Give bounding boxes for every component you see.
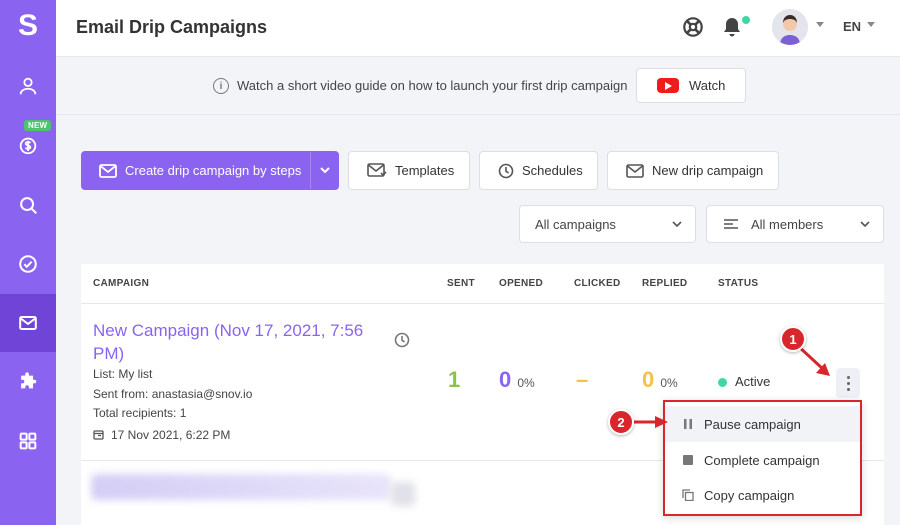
annotation-marker-2: 2 xyxy=(608,409,634,435)
column-header-clicked: CLICKED xyxy=(574,278,621,289)
status-badge: Active xyxy=(735,374,771,389)
check-circle-icon xyxy=(19,255,37,273)
campaigns-filter-value: All campaigns xyxy=(535,216,616,232)
kebab-dot xyxy=(846,381,850,385)
create-drip-campaign-label: Create drip campaign by steps xyxy=(125,163,302,178)
list-icon xyxy=(724,219,738,229)
mail-icon xyxy=(19,316,37,330)
sidebar-item-drip-campaigns[interactable] xyxy=(0,294,56,352)
more-options-button[interactable] xyxy=(836,368,860,398)
sidebar-item-integrations[interactable] xyxy=(0,353,56,411)
video-guide-banner: i Watch a short video guide on how to la… xyxy=(56,57,900,115)
chevron-down-icon xyxy=(860,221,870,228)
banner-text: Watch a short video guide on how to laun… xyxy=(237,78,628,93)
top-header: Email Drip Campaigns EN xyxy=(56,0,900,57)
chevron-down-icon xyxy=(672,221,682,228)
column-header-replied: REPLIED xyxy=(642,278,688,289)
members-filter-select[interactable]: All members xyxy=(706,205,884,243)
opened-count: 0 0% xyxy=(499,367,535,392)
app-logo[interactable]: S xyxy=(0,0,56,52)
kebab-dot xyxy=(846,387,850,391)
template-icon xyxy=(367,163,387,177)
chevron-down-icon[interactable] xyxy=(320,167,330,174)
avatar[interactable] xyxy=(772,9,808,45)
kebab-dot xyxy=(846,375,850,379)
members-filter-value: All members xyxy=(751,216,824,232)
pause-icon xyxy=(684,419,692,429)
clock-icon xyxy=(498,163,514,178)
column-header-sent: SENT xyxy=(447,278,475,289)
copy-campaign-menu-item[interactable]: Copy campaign xyxy=(665,477,860,513)
help-lifebuoy-icon[interactable] xyxy=(682,16,704,38)
campaign-date: 17 Nov 2021, 6:22 PM xyxy=(111,428,231,442)
watch-label: Watch xyxy=(689,78,726,93)
copy-icon xyxy=(682,489,694,501)
sidebar-item-apps[interactable] xyxy=(0,412,56,470)
page-title: Email Drip Campaigns xyxy=(76,17,268,37)
puzzle-icon xyxy=(21,372,37,389)
annotation-marker-1: 1 xyxy=(780,326,806,352)
youtube-icon xyxy=(657,78,679,93)
new-drip-campaign-button[interactable]: New drip campaign xyxy=(607,151,779,190)
notification-dot xyxy=(740,14,752,26)
campaign-total-recipients: Total recipients: 1 xyxy=(93,406,187,420)
clicked-count: – xyxy=(576,367,589,392)
pause-campaign-label: Pause campaign xyxy=(704,416,801,432)
column-header-opened: OPENED xyxy=(499,278,544,289)
complete-campaign-menu-item[interactable]: Complete campaign xyxy=(665,442,860,478)
user-icon xyxy=(19,77,37,95)
status-active-dot xyxy=(718,378,727,387)
bell-icon[interactable] xyxy=(722,16,742,38)
sidebar: S NEW xyxy=(0,0,56,525)
sidebar-item-billing[interactable] xyxy=(0,116,56,174)
grid-icon xyxy=(19,432,37,450)
sidebar-item-search[interactable] xyxy=(0,176,56,234)
search-icon xyxy=(20,197,37,214)
calendar-icon xyxy=(93,430,104,440)
campaign-name-link[interactable]: New Campaign (Nov 17, 2021, 7:56 PM) xyxy=(93,319,383,365)
sidebar-item-profile[interactable] xyxy=(0,57,56,115)
language-selector[interactable]: EN xyxy=(843,19,861,34)
campaign-actions-menu: Pause campaign Complete campaign Copy ca… xyxy=(663,400,862,516)
stop-icon xyxy=(683,455,693,465)
column-header-status: STATUS xyxy=(718,278,759,289)
campaign-sent-from: Sent from: anastasia@snov.io xyxy=(93,387,253,401)
create-drip-campaign-button[interactable]: Create drip campaign by steps xyxy=(81,151,339,190)
clock-icon xyxy=(394,332,410,348)
blurred-row-content xyxy=(91,474,391,500)
templates-button[interactable]: Templates xyxy=(348,151,470,190)
schedules-button[interactable]: Schedules xyxy=(479,151,598,190)
chevron-down-icon[interactable] xyxy=(816,22,824,27)
campaigns-filter-select[interactable]: All campaigns xyxy=(519,205,696,243)
sidebar-item-verify[interactable] xyxy=(0,235,56,293)
new-drip-campaign-label: New drip campaign xyxy=(652,163,764,178)
sent-count: 1 xyxy=(448,367,461,392)
schedules-label: Schedules xyxy=(522,163,583,178)
info-icon: i xyxy=(213,78,229,94)
column-header-campaign: CAMPAIGN xyxy=(93,278,150,289)
campaign-list: List: My list xyxy=(93,367,153,381)
pause-campaign-menu-item[interactable]: Pause campaign xyxy=(665,406,860,442)
templates-label: Templates xyxy=(395,163,455,178)
replied-count: 0 0% xyxy=(642,367,678,392)
mail-icon xyxy=(626,163,644,178)
copy-campaign-label: Copy campaign xyxy=(704,487,795,503)
blurred-row-icon xyxy=(391,482,415,506)
complete-campaign-label: Complete campaign xyxy=(704,452,820,468)
chevron-down-icon[interactable] xyxy=(867,22,875,27)
dollar-icon xyxy=(19,137,37,155)
mail-icon xyxy=(99,163,117,178)
watch-button[interactable]: Watch xyxy=(636,68,746,103)
